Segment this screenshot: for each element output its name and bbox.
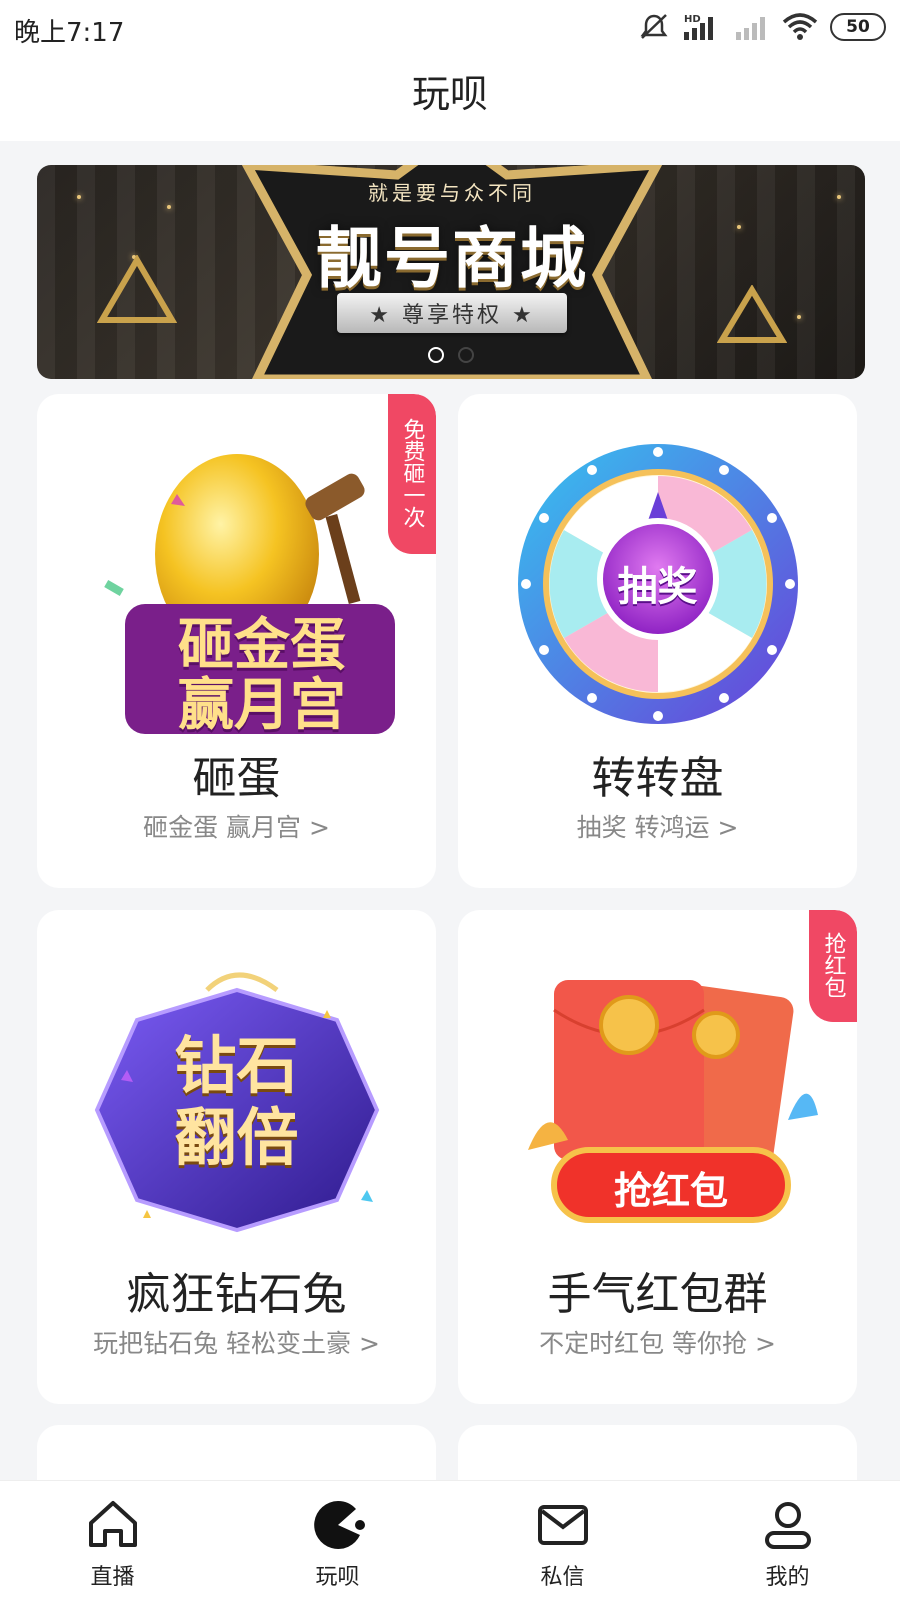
art-text-line: 钻石 [174,1029,299,1102]
sparkle-icon [167,205,171,209]
battery-level: 50 [846,17,870,37]
smash-egg-art: 砸金蛋 赢月宫 [37,434,436,736]
red-packet-art: 抢红包 [458,950,857,1250]
card-subtitle[interactable]: 玩把钻石兔 轻松变土豪 > [37,1324,436,1360]
mute-icon [640,14,668,39]
home-icon [88,1501,137,1547]
wheel-art: 抽奖 [458,434,857,734]
status-bar: 晚上7:17 HD 50 [0,0,900,55]
header: 玩呗 [0,55,900,141]
card-subtitle[interactable]: 抽奖 转鸿运 > [458,808,857,844]
game-card-partial[interactable] [37,1425,436,1485]
card-subtitle[interactable]: 砸金蛋 赢月宫 > [37,808,436,844]
sparkle-icon [737,225,741,229]
triangle-icon [97,255,177,323]
grab-red-packet-badge: 抢红包 [809,910,857,1022]
diamond-art-text: 钻石 翻倍 [37,1030,436,1174]
carousel-dot-active[interactable] [428,347,444,363]
game-card-wheel[interactable]: 抽奖 转转盘 抽奖 转鸿运 > [458,394,857,888]
signal-weak-icon [736,17,765,40]
status-icons: HD 50 [638,11,886,43]
nav-item-messages[interactable]: 私信 [450,1481,675,1600]
card-title: 手气红包群 [547,1269,768,1320]
nav-item-profile[interactable]: 我的 [675,1481,900,1600]
game-card-diamond-rabbit[interactable]: 钻石 翻倍 疯狂钻石兔 玩把钻石兔 轻松变土豪 > [37,910,436,1404]
network-label: HD [684,14,701,25]
carousel-dot[interactable] [458,347,474,363]
badge-label: 抢红包 [820,932,846,998]
free-smash-badge: 免费砸一次 [388,394,436,554]
nav-item-games[interactable]: 玩呗 [225,1481,450,1600]
art-text-line: 翻倍 [174,1101,299,1174]
art-text-line: 砸金蛋 [178,613,346,678]
sparkle-icon [837,195,841,199]
nav-item-live[interactable]: 直播 [0,1481,225,1600]
mail-icon [537,1505,588,1545]
battery-indicator: 50 [830,13,886,41]
nav-label: 玩呗 [315,1565,360,1590]
red-packet-art-text: 抢红包 [613,1168,728,1213]
triangle-icon [717,285,787,343]
nav-label: 私信 [540,1565,585,1590]
banner-carousel[interactable]: 就是要与众不同 靓号商城 ★ 尊享特权 ★ [37,165,865,379]
game-card-smash-egg[interactable]: 砸金蛋 赢月宫 免费砸一次 砸蛋 砸金蛋 赢月宫 > [37,394,436,888]
nav-label: 我的 [765,1565,810,1590]
wheel-art-text: 抽奖 [617,564,698,610]
art-text-line: 赢月宫 [178,673,346,738]
status-time: 晚上7:17 [14,18,125,48]
game-card-partial[interactable] [458,1425,857,1485]
card-subtitle[interactable]: 不定时红包 等你抢 > [458,1324,857,1360]
smash-egg-art-text: 砸金蛋 赢月宫 [127,616,397,736]
banner-slogan: 就是要与众不同 [368,181,536,205]
banner-title: 靓号商城 [316,220,588,297]
page-title: 玩呗 [411,72,488,116]
wifi-icon [782,13,818,40]
bottom-navigation: 直播 玩呗 私信 我的 [0,1480,900,1600]
game-card-red-packet[interactable]: 抢红包 抢红包 手气红包群 不定时红包 等你抢 > [458,910,857,1404]
carousel-indicator [37,347,865,363]
card-title: 砸蛋 [192,753,281,804]
nav-label: 直播 [90,1565,135,1590]
signal-icon: HD [684,14,713,40]
banner-ribbon: ★ 尊享特权 ★ [337,293,567,333]
card-title: 转转盘 [591,753,724,804]
diamond-art: 钻石 翻倍 [37,950,436,1250]
sparkle-icon [797,315,801,319]
card-title: 疯狂钻石兔 [126,1269,347,1320]
sparkle-icon [77,195,81,199]
badge-label: 免费砸一次 [399,418,425,528]
user-icon [764,1502,811,1549]
pacman-icon [313,1500,365,1549]
